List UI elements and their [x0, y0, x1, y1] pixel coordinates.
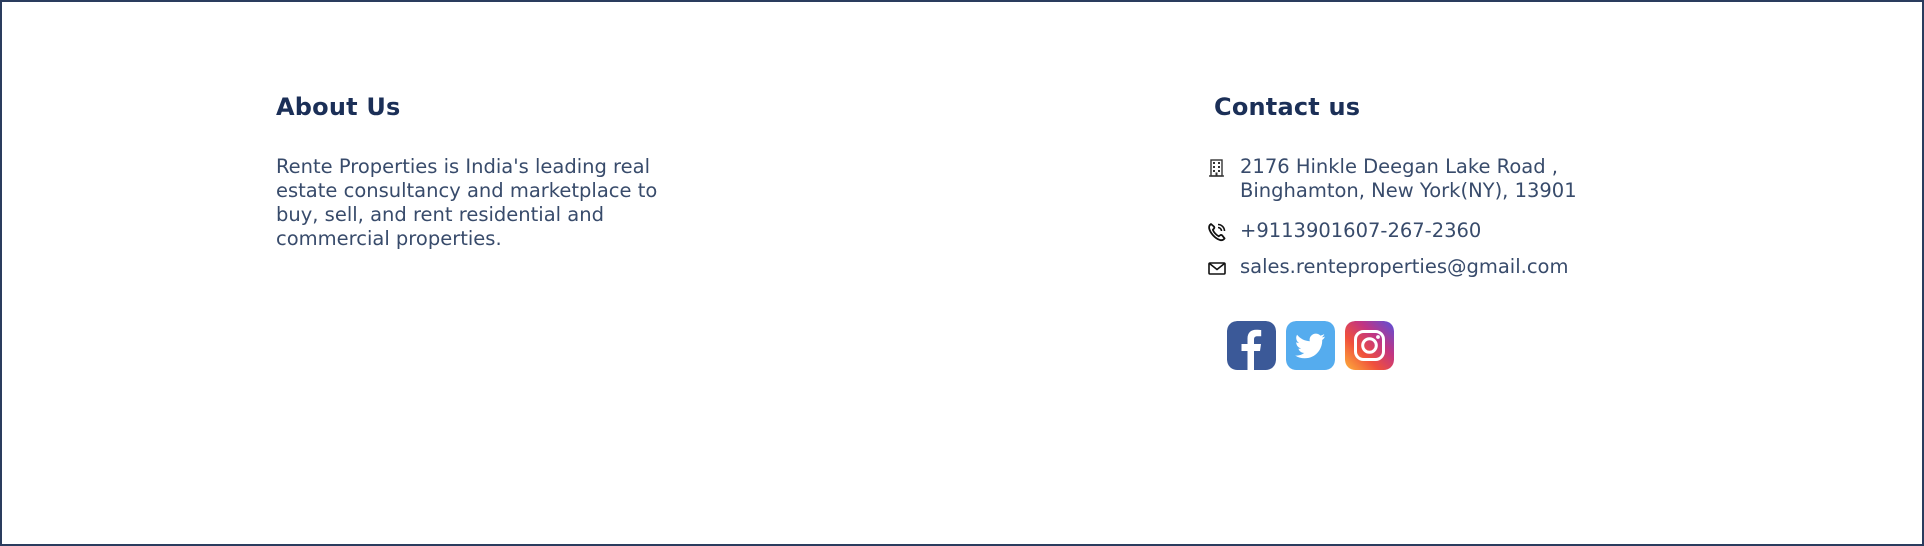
about-title: About Us [276, 93, 401, 121]
twitter-icon[interactable] [1286, 321, 1335, 370]
footer: About Us Rente Properties is India's lea… [0, 0, 1924, 546]
contact-section: Contact us 2176 Hinkle Deegan Lake Road … [1206, 90, 1646, 295]
contact-phone[interactable]: +9113901607-267-2360 [1206, 219, 1646, 243]
contact-address: 2176 Hinkle Deegan Lake Road , Binghamto… [1206, 155, 1646, 203]
address-line-2: Binghamton, New York(NY), 13901 [1240, 179, 1577, 202]
mail-icon [1206, 257, 1228, 279]
contact-title: Contact us [1214, 93, 1361, 121]
building-icon [1206, 157, 1228, 179]
contact-email[interactable]: sales.renteproperties@gmail.com [1206, 255, 1646, 279]
phone-number: +9113901607-267-2360 [1240, 219, 1482, 242]
instagram-icon[interactable] [1345, 321, 1394, 370]
social-links [1227, 321, 1394, 370]
contact-list: 2176 Hinkle Deegan Lake Road , Binghamto… [1206, 155, 1646, 279]
facebook-icon[interactable] [1227, 321, 1276, 370]
about-section: About Us Rente Properties is India's lea… [276, 90, 696, 251]
email-address: sales.renteproperties@gmail.com [1240, 255, 1569, 278]
address-line-1: 2176 Hinkle Deegan Lake Road , [1240, 155, 1558, 178]
phone-icon [1206, 221, 1228, 243]
about-description: Rente Properties is India's leading real… [276, 155, 658, 250]
